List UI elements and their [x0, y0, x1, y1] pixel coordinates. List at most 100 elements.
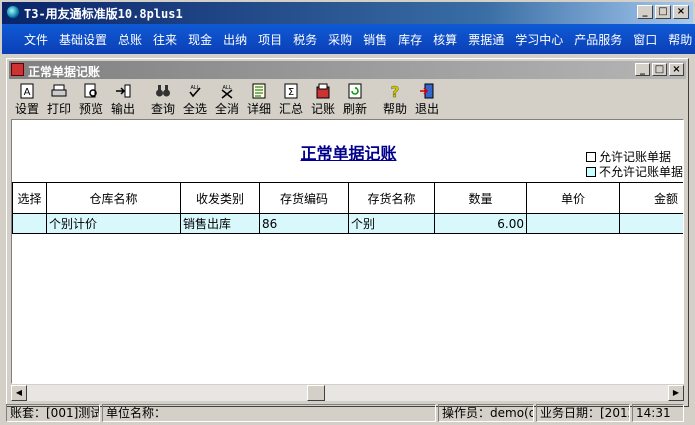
- menu-item-2[interactable]: 总账: [118, 31, 142, 48]
- detail-icon: [252, 83, 266, 99]
- toolbar-label: 全选: [182, 102, 207, 116]
- binoculars-icon: [156, 85, 170, 97]
- app-titlebar: T3-用友通标准版10.8plus1 _ □ ×: [0, 0, 695, 24]
- status-operator: 操作员：demo(de: [438, 404, 534, 422]
- menu-item-12[interactable]: 票据通: [468, 31, 504, 48]
- svg-text:?: ?: [391, 83, 400, 99]
- summary-icon: Σ: [284, 83, 298, 99]
- status-unit: 单位名称：: [102, 404, 436, 422]
- scroll-left-icon[interactable]: ◀: [11, 385, 27, 401]
- toolbar-button-12[interactable]: 退出: [411, 82, 443, 116]
- help-icon: ?: [390, 83, 400, 99]
- column-header-3[interactable]: 存货编码: [259, 182, 349, 214]
- refresh-icon: [348, 83, 362, 99]
- menu-item-7[interactable]: 税务: [293, 31, 317, 48]
- column-header-5[interactable]: 数量: [434, 182, 527, 214]
- legend: 允许记账单据 不允许记账单据: [585, 150, 683, 180]
- menu-item-9[interactable]: 销售: [363, 31, 387, 48]
- table-cell[interactable]: 86: [259, 213, 349, 234]
- records-table: 选择 仓库名称 收发类别 存货编码 存货名称 数量 单价 金额 个别计价 销售出库 86 个别 6.0…: [12, 182, 683, 234]
- toolbar-button-4[interactable]: 查询: [147, 82, 179, 116]
- page-title[interactable]: 正常单据记账: [12, 140, 683, 164]
- white-swatch-icon: [585, 152, 596, 162]
- minimize-button[interactable]: _: [637, 5, 653, 19]
- status-biz-date: 业务日期：[2012: [536, 404, 630, 422]
- table-cell[interactable]: [619, 213, 683, 234]
- preview-icon: [84, 83, 97, 98]
- toolbar-label: 预览: [78, 102, 103, 116]
- app-logo-icon: [6, 5, 20, 19]
- toolbar-label: 汇总: [278, 102, 303, 116]
- svg-text:Σ: Σ: [288, 87, 294, 98]
- table-cell[interactable]: 个别: [348, 213, 435, 234]
- table-row[interactable]: 个别计价 销售出库 86 个别 6.00: [12, 213, 683, 234]
- content-area: 正常单据记账 允许记账单据 不允许记账单据 选择 仓库名称 收发类别 存货编码 存货名称…: [11, 119, 684, 384]
- horizontal-scrollbar[interactable]: ◀ ▶: [11, 385, 684, 401]
- legend-not-allowed: 不允许记账单据: [585, 165, 683, 180]
- toolbar-label: 详细: [246, 102, 271, 116]
- toolbar-label: 退出: [414, 102, 439, 116]
- toolbar-button-8[interactable]: Σ 汇总: [275, 82, 307, 116]
- toolbar-button-5[interactable]: ALL 全选: [179, 82, 211, 116]
- child-window: 正常单据记账 _ □ × A 设置 打印 预览 输出 查询 ALL 全选 ALL 全消 详细 Σ 汇总记…: [6, 58, 689, 407]
- select-all-icon: ALL: [189, 85, 201, 98]
- status-account: 账套：[001]测试: [6, 404, 100, 422]
- table-cell[interactable]: 销售出库: [180, 213, 260, 234]
- app-title: T3-用友通标准版10.8plus1: [24, 7, 183, 21]
- scroll-right-icon[interactable]: ▶: [668, 385, 684, 401]
- menu-item-1[interactable]: 基础设置: [59, 31, 107, 48]
- column-header-6[interactable]: 单价: [526, 182, 620, 214]
- menu-bar: 文件 基础设置 总账 往来 现金 出纳 项目 税务 采购 销售 库存 核算 票据通 学习中心 产品服务 窗口帮…: [0, 24, 695, 54]
- toolbar-button-10[interactable]: 刷新: [339, 82, 371, 116]
- menu-item-5[interactable]: 出纳: [223, 31, 247, 48]
- menu-item-3[interactable]: 往来: [153, 31, 177, 48]
- scroll-thumb[interactable]: [307, 385, 325, 401]
- toolbar-label: 记账: [310, 102, 335, 116]
- toolbar-label: 设置: [14, 102, 39, 116]
- toolbar-label: 打印: [46, 102, 71, 116]
- status-bar: 账套：[001]测试 单位名称： 操作员：demo(de 业务日期：[2012 …: [6, 404, 689, 424]
- menu-item-10[interactable]: 库存: [398, 31, 422, 48]
- child-minimize-button[interactable]: _: [635, 63, 650, 76]
- column-header-1[interactable]: 仓库名称: [46, 182, 181, 214]
- toolbar-button-7[interactable]: 详细: [243, 82, 275, 116]
- child-restore-button[interactable]: □: [652, 63, 667, 76]
- menu-item-8[interactable]: 采购: [328, 31, 352, 48]
- child-close-button[interactable]: ×: [669, 63, 684, 76]
- child-titlebar: 正常单据记账 _ □ ×: [9, 61, 686, 79]
- column-header-4[interactable]: 存货名称: [348, 182, 435, 214]
- menu-item-15[interactable]: 窗口: [633, 31, 657, 48]
- toolbar-button-3[interactable]: 输出: [107, 82, 139, 116]
- toolbar-button-2[interactable]: 预览: [75, 82, 107, 116]
- table-cell[interactable]: [12, 213, 47, 234]
- toolbar-button-6[interactable]: ALL 全消: [211, 82, 243, 116]
- toolbar-button-9[interactable]: 记账: [307, 82, 339, 116]
- toolbar-button-1[interactable]: 打印: [43, 82, 75, 116]
- close-button[interactable]: ×: [673, 5, 689, 19]
- menu-item-4[interactable]: 现金: [188, 31, 212, 48]
- toolbar-separator: [371, 82, 379, 118]
- toolbar-label: 输出: [110, 102, 135, 116]
- menu-item-11[interactable]: 核算: [433, 31, 457, 48]
- menu-item-13[interactable]: 学习中心: [515, 31, 563, 48]
- status-time: 14:31: [632, 404, 684, 422]
- menu-item-14[interactable]: 产品服务: [574, 31, 622, 48]
- column-header-2[interactable]: 收发类别: [180, 182, 260, 214]
- table-cell[interactable]: 6.00: [434, 213, 527, 234]
- toolbar-button-11[interactable]: ? 帮助: [379, 82, 411, 116]
- menu-item-16[interactable]: 帮助: [668, 31, 692, 48]
- exit-icon: [420, 83, 434, 99]
- export-icon: [116, 84, 131, 98]
- column-header-0[interactable]: 选择: [12, 182, 47, 214]
- column-header-7[interactable]: 金额: [619, 182, 683, 214]
- child-title: 正常单据记账: [28, 65, 101, 79]
- toolbar-label: 查询: [150, 102, 175, 116]
- toolbar-button-0[interactable]: A 设置: [11, 82, 43, 116]
- restore-button[interactable]: □: [655, 5, 671, 19]
- toolbar-label: 刷新: [342, 102, 367, 116]
- table-cell[interactable]: 个别计价: [46, 213, 181, 234]
- table-cell[interactable]: [526, 213, 620, 234]
- menu-item-6[interactable]: 项目: [258, 31, 282, 48]
- post-icon: [316, 83, 330, 99]
- menu-item-0[interactable]: 文件: [24, 31, 48, 48]
